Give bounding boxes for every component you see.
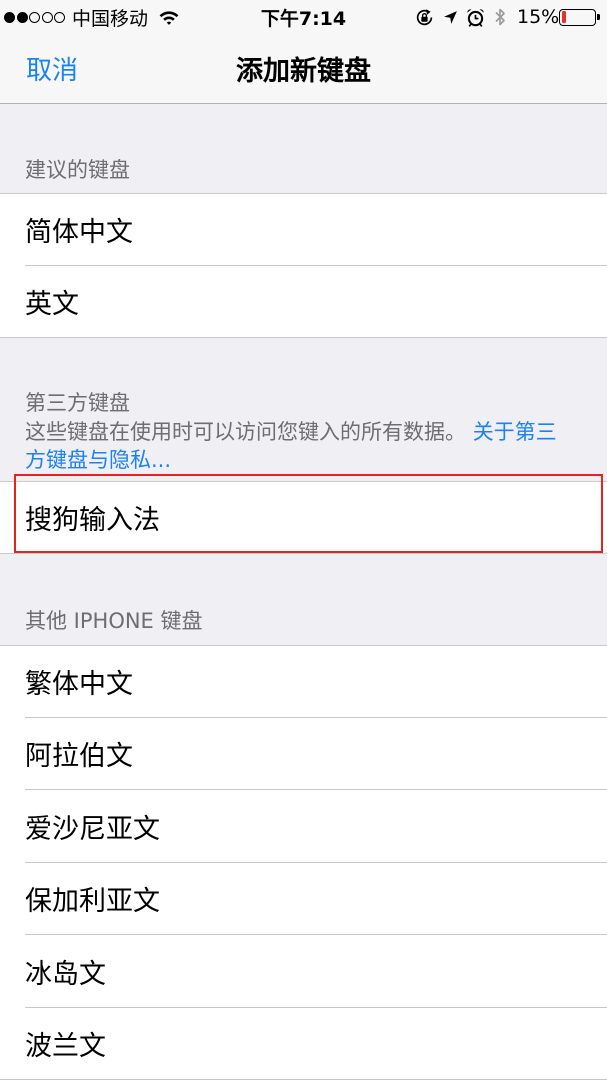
- battery-icon: [559, 0, 600, 34]
- bluetooth-icon: [494, 0, 506, 34]
- clock: 下午7:14: [260, 7, 347, 30]
- keyboard-row[interactable]: 冰岛文: [0, 935, 607, 1008]
- status-bar: 中国移动 下午7:14 15%: [0, 0, 607, 34]
- keyboard-row[interactable]: 阿拉伯文: [0, 718, 607, 791]
- keyboard-row[interactable]: 简体中文: [0, 193, 607, 266]
- keyboard-row[interactable]: 英文: [0, 266, 607, 339]
- keyboard-row[interactable]: 保加利亚文: [0, 863, 607, 936]
- alarm-icon: [465, 0, 486, 34]
- keyboard-label: 搜狗输入法: [25, 504, 160, 536]
- battery-level-fill: [561, 11, 567, 23]
- keyboard-label: 英文: [25, 289, 79, 321]
- carrier-name: 中国移动: [72, 7, 149, 30]
- keyboard-label: 繁体中文: [25, 668, 133, 700]
- third-party-keyboards-list: 搜狗输入法: [0, 481, 607, 554]
- keyboard-label: 阿拉伯文: [25, 741, 133, 773]
- third-party-description: 这些键盘在使用时可以访问您键入的所有数据。 关于第三方键盘与隐私...: [25, 418, 570, 475]
- battery-body: [559, 8, 596, 26]
- signal-strength: [4, 0, 65, 34]
- keyboard-label: 爱沙尼亚文: [25, 813, 160, 845]
- rotation-lock-icon: [415, 0, 434, 34]
- keyboard-row[interactable]: 搜狗输入法: [0, 481, 607, 554]
- keyboard-label: 波兰文: [25, 1031, 106, 1063]
- page-title: 添加新键盘: [236, 56, 371, 87]
- navigation-bar: 取消 添加新键盘: [0, 34, 607, 104]
- third-party-title: 第三方键盘: [25, 391, 130, 415]
- section-header-third-party: 第三方键盘 这些键盘在使用时可以访问您键入的所有数据。 关于第三方键盘与隐私..…: [0, 338, 607, 481]
- keyboard-row[interactable]: 爱沙尼亚文: [0, 790, 607, 863]
- third-party-warning-text: 这些键盘在使用时可以访问您键入的所有数据。: [25, 419, 466, 444]
- section-header-suggested: 建议的键盘: [25, 158, 130, 182]
- signal-dot: [54, 11, 65, 23]
- keyboard-label: 冰岛文: [25, 958, 106, 990]
- keyboard-label: 简体中文: [25, 216, 133, 248]
- signal-dot: [41, 11, 53, 23]
- wifi-icon: [159, 0, 179, 34]
- signal-dot: [16, 11, 28, 23]
- signal-dot: [4, 11, 15, 23]
- keyboard-row[interactable]: 繁体中文: [0, 645, 607, 718]
- signal-dot: [29, 11, 40, 23]
- battery-percentage: 15%: [517, 6, 560, 28]
- other-keyboards-list: 繁体中文 阿拉伯文 爱沙尼亚文 保加利亚文 冰岛文 波兰文: [0, 645, 607, 1080]
- section-header-other: 其他 IPHONE 键盘: [25, 609, 203, 633]
- battery-nub: [597, 14, 600, 20]
- cancel-button[interactable]: 取消: [26, 34, 78, 103]
- keyboard-label: 保加利亚文: [25, 886, 160, 918]
- location-icon: [443, 0, 458, 34]
- keyboard-row[interactable]: 波兰文: [0, 1008, 607, 1080]
- suggested-keyboards-list: 简体中文 英文: [0, 193, 607, 338]
